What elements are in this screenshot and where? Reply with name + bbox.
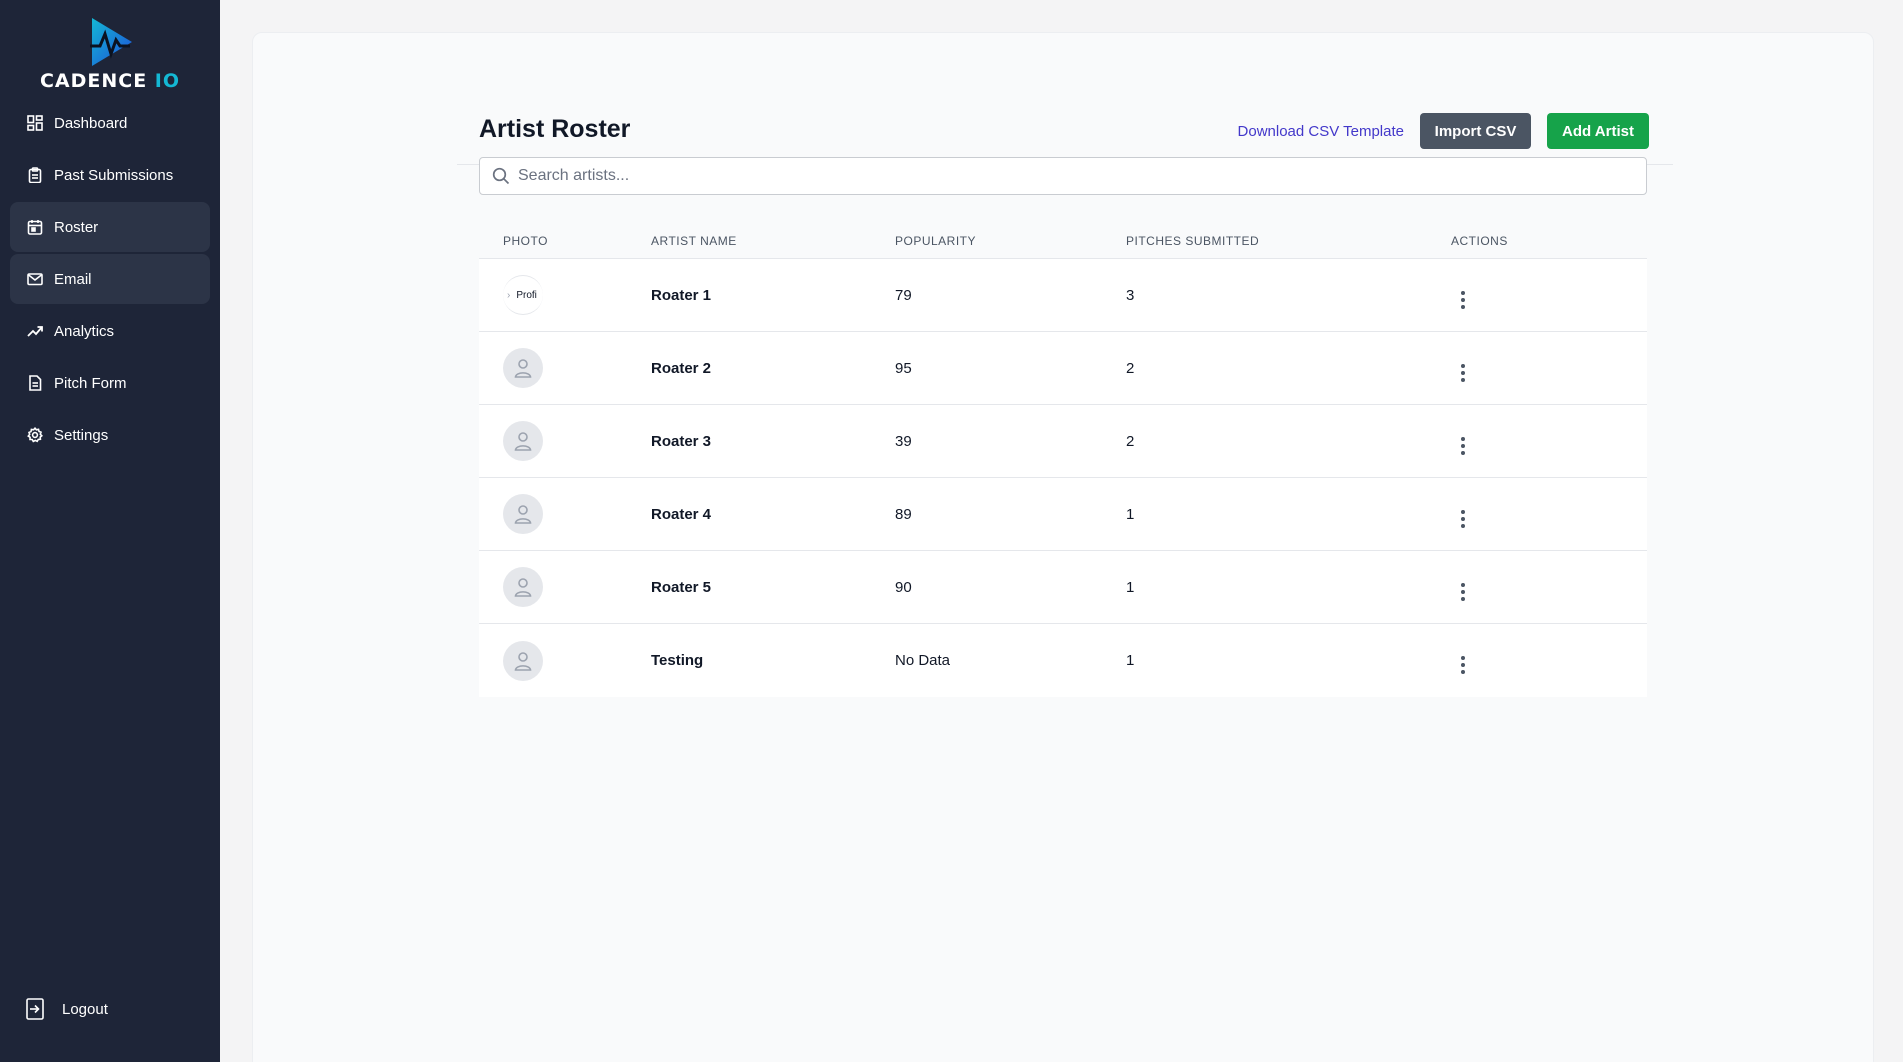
more-actions-icon[interactable] xyxy=(1461,290,1465,309)
user-icon xyxy=(514,432,532,451)
sidebar: CADENCE IO Dashboard Past Submissions Ro… xyxy=(0,0,220,1062)
pitches-value: 2 xyxy=(1126,432,1135,450)
popularity-value: 79 xyxy=(895,286,912,304)
popularity-value: 90 xyxy=(895,578,912,596)
more-actions-icon[interactable] xyxy=(1461,436,1465,455)
sidebar-item-dashboard[interactable]: Dashboard xyxy=(10,98,210,148)
avatar xyxy=(503,567,543,607)
table-row[interactable]: › Profi Roater 1 79 3 xyxy=(479,259,1647,332)
user-icon xyxy=(514,651,532,671)
header-actions: Download CSV Template Import CSV Add Art… xyxy=(1238,113,1649,149)
sidebar-item-label: Analytics xyxy=(54,322,115,340)
more-actions-icon[interactable] xyxy=(1461,363,1465,382)
artist-name: Roater 1 xyxy=(651,286,712,304)
popularity-value: 89 xyxy=(895,505,912,523)
brand-logo[interactable]: CADENCE IO xyxy=(0,16,220,92)
page-title: Artist Roster xyxy=(479,115,631,143)
pitches-value: 3 xyxy=(1126,286,1135,304)
dashboard-icon xyxy=(26,114,44,132)
add-artist-button[interactable]: Add Artist xyxy=(1547,113,1649,149)
chevron-right-icon: › xyxy=(507,289,511,301)
avatar xyxy=(503,421,543,461)
table-row[interactable]: Testing No Data 1 xyxy=(479,624,1647,697)
clipboard-icon xyxy=(26,166,44,184)
user-icon xyxy=(514,359,532,378)
trending-up-icon xyxy=(26,322,44,340)
table-row[interactable]: Roater 3 39 2 xyxy=(479,405,1647,478)
sidebar-item-label: Roster xyxy=(54,218,99,236)
sidebar-item-settings[interactable]: Settings xyxy=(10,410,210,460)
table-row[interactable]: Roater 2 95 2 xyxy=(479,332,1647,405)
avatar xyxy=(503,494,543,534)
avatar: › Profi xyxy=(503,275,543,315)
popularity-value: 95 xyxy=(895,359,912,377)
sidebar-nav: Dashboard Past Submissions Roster Email … xyxy=(10,98,210,462)
download-csv-template-link[interactable]: Download CSV Template xyxy=(1238,123,1404,140)
sidebar-item-email[interactable]: Email xyxy=(10,254,210,304)
search-box[interactable] xyxy=(479,157,1647,195)
artist-name: Roater 5 xyxy=(651,578,712,596)
sidebar-item-past-submissions[interactable]: Past Submissions xyxy=(10,150,210,200)
header-popularity: POPULARITY xyxy=(895,233,977,248)
sidebar-item-label: Dashboard xyxy=(54,114,128,132)
roster-card: Artist Roster Download CSV Template Impo… xyxy=(252,32,1874,1062)
more-actions-icon[interactable] xyxy=(1461,509,1465,528)
logo-icon xyxy=(90,18,132,66)
table-header: PHOTO ARTIST NAME POPULARITY PITCHES SUB… xyxy=(479,223,1647,259)
pitches-value: 1 xyxy=(1126,578,1135,596)
pitches-value: 2 xyxy=(1126,359,1135,377)
sidebar-item-label: Past Submissions xyxy=(54,166,174,184)
sidebar-item-label: Settings xyxy=(54,426,109,444)
table-row[interactable]: Roater 5 90 1 xyxy=(479,551,1647,624)
sidebar-item-label: Email xyxy=(54,270,92,288)
popularity-value: No Data xyxy=(895,652,951,669)
more-actions-icon[interactable] xyxy=(1461,656,1465,674)
avatar xyxy=(503,348,543,388)
artist-name: Roater 2 xyxy=(651,359,712,377)
header-actions: ACTIONS xyxy=(1451,233,1508,248)
more-actions-icon[interactable] xyxy=(1461,582,1465,601)
pitches-value: 1 xyxy=(1126,505,1135,523)
header-pitches-submitted: PITCHES SUBMITTED xyxy=(1126,233,1260,248)
avatar-alt-text: Profi xyxy=(516,289,537,301)
popularity-value: 39 xyxy=(895,432,912,450)
artist-table: PHOTO ARTIST NAME POPULARITY PITCHES SUB… xyxy=(479,223,1647,697)
avatar xyxy=(503,640,543,681)
mail-icon xyxy=(26,270,44,288)
document-icon xyxy=(26,374,44,392)
search-input[interactable] xyxy=(518,167,1618,185)
sidebar-item-roster[interactable]: Roster xyxy=(10,202,210,252)
sidebar-item-analytics[interactable]: Analytics xyxy=(10,306,210,356)
header-artist-name: ARTIST NAME xyxy=(651,233,737,248)
logout-icon xyxy=(26,998,48,1020)
pitches-value: 1 xyxy=(1126,652,1135,669)
gear-icon xyxy=(26,426,44,444)
artist-name: Testing xyxy=(651,652,704,669)
user-icon xyxy=(514,578,532,597)
page-header: Artist Roster Download CSV Template Impo… xyxy=(457,81,1673,165)
sidebar-item-label: Pitch Form xyxy=(54,374,127,392)
calendar-icon xyxy=(26,218,44,236)
artist-name: Roater 4 xyxy=(651,505,712,523)
logout-button[interactable]: Logout xyxy=(26,998,108,1020)
table-row[interactable]: Roater 4 89 1 xyxy=(479,478,1647,551)
search-icon xyxy=(492,167,510,185)
sidebar-item-pitch-form[interactable]: Pitch Form xyxy=(10,358,210,408)
import-csv-button[interactable]: Import CSV xyxy=(1420,113,1531,149)
header-photo: PHOTO xyxy=(503,233,548,248)
logout-label: Logout xyxy=(62,1000,108,1018)
user-icon xyxy=(514,505,532,524)
brand-name: CADENCE IO xyxy=(39,70,181,92)
artist-name: Roater 3 xyxy=(651,432,712,450)
